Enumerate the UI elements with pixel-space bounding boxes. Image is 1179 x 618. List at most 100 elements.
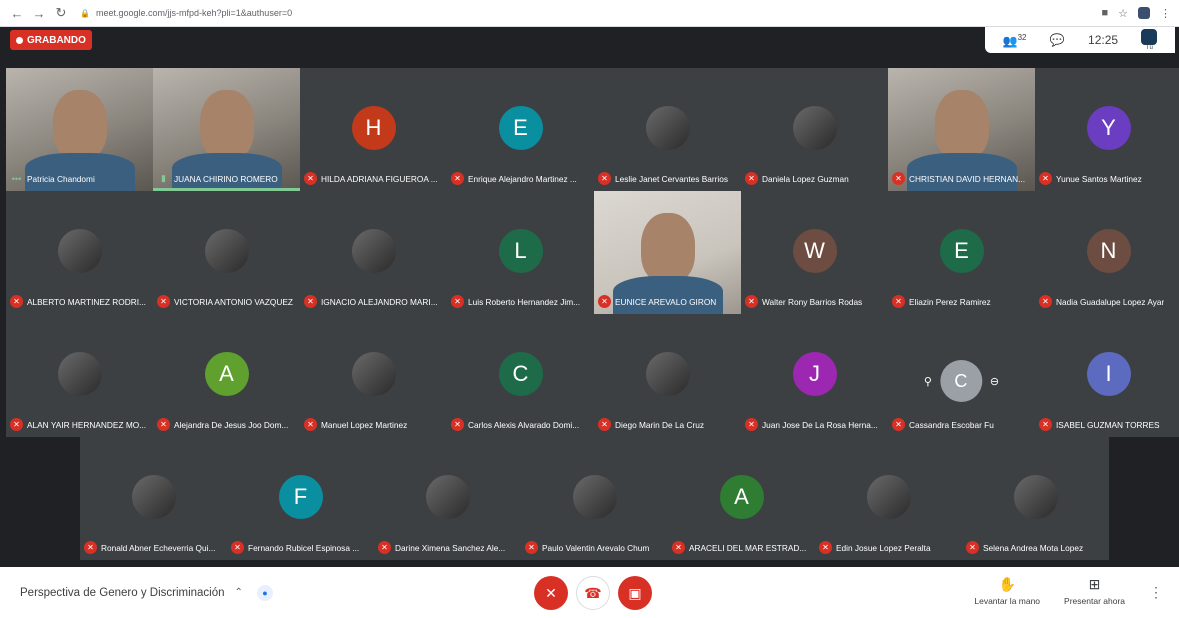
participant-tile[interactable]: ✕ Selena Andrea Mota Lopez bbox=[962, 437, 1109, 560]
participant-tile[interactable]: ✕ Paulo Valentin Arevalo Chum bbox=[521, 437, 668, 560]
participant-tile[interactable]: J ✕ Juan Jose De La Rosa Herna... bbox=[741, 314, 888, 437]
participant-tile[interactable]: H ✕ HILDA ADRIANA FIGUEROA ... bbox=[300, 68, 447, 191]
camera-toggle-button[interactable]: ▣ bbox=[618, 576, 652, 610]
participant-tile[interactable]: Y ✕ Yunue Santos Martinez bbox=[1035, 68, 1179, 191]
speaking-icon: ▮ bbox=[161, 173, 166, 183]
participant-tile[interactable]: W ✕ Walter Rony Barrios Rodas bbox=[741, 191, 888, 314]
mic-muted-icon: ✕ bbox=[10, 295, 23, 308]
participant-name-row: ✕ Nadia Guadalupe Lopez Ayar bbox=[1039, 295, 1179, 308]
participant-name: Leslie Janet Cervantes Barrios bbox=[615, 173, 728, 184]
participant-photo bbox=[792, 106, 837, 150]
participant-name: ARACELI DEL MAR ESTRAD... bbox=[689, 542, 807, 553]
more-options-icon[interactable]: ⋮ bbox=[1149, 576, 1163, 601]
recording-badge: GRABANDO bbox=[10, 30, 92, 50]
people-button[interactable]: 👥32 bbox=[1003, 33, 1027, 48]
participant-name-row: ✕ Walter Rony Barrios Rodas bbox=[745, 295, 886, 308]
participant-name: IGNACIO ALEJANDRO MARI... bbox=[321, 296, 438, 307]
video-feed-person bbox=[640, 213, 695, 283]
participant-photo bbox=[645, 352, 690, 396]
participant-tile[interactable]: E ✕ Enrique Alejandro Martinez ... bbox=[447, 68, 594, 191]
participant-name: ISABEL GUZMAN TORRES bbox=[1056, 419, 1160, 430]
shield-icon[interactable]: ● bbox=[256, 584, 273, 601]
mic-muted-icon: ✕ bbox=[1039, 172, 1052, 185]
mic-muted-icon: ✕ bbox=[598, 295, 611, 308]
participant-name-row: ✕ HILDA ADRIANA FIGUEROA ... bbox=[304, 172, 445, 185]
participant-tile[interactable]: ✕ Diego Marin De La Cruz bbox=[594, 314, 741, 437]
mic-toggle-button[interactable]: ✕ bbox=[534, 576, 568, 610]
participant-tile[interactable]: ✕ Manuel Lopez Martinez bbox=[300, 314, 447, 437]
reload-icon[interactable]: ↻ bbox=[52, 4, 70, 22]
camera-indicator-icon[interactable]: ■ bbox=[1101, 7, 1108, 19]
participant-name-row: ✕ Alejandra De Jesus Joo Dom... bbox=[157, 418, 298, 431]
bookmark-star-icon[interactable]: ☆ bbox=[1118, 7, 1128, 20]
raise-hand-button[interactable]: ✋ Levantar la mano bbox=[974, 576, 1040, 606]
participant-avatar: A bbox=[204, 352, 249, 396]
present-now-button[interactable]: ⊞ Presentar ahora bbox=[1064, 576, 1125, 606]
forward-icon[interactable]: → bbox=[30, 4, 48, 22]
profile-icon[interactable] bbox=[1138, 7, 1150, 19]
participant-photo bbox=[866, 475, 911, 519]
participant-tile[interactable]: ✕ Daniela Lopez Guzman bbox=[741, 68, 888, 191]
camera-off-icon: ▣ bbox=[628, 584, 642, 601]
participant-tile[interactable]: A ✕ ARACELI DEL MAR ESTRAD... bbox=[668, 437, 815, 560]
self-view[interactable]: Tú bbox=[1141, 29, 1158, 51]
participant-tile[interactable]: ••• Patricia Chandomi bbox=[6, 68, 153, 191]
raise-hand-label: Levantar la mano bbox=[974, 596, 1041, 606]
meeting-details[interactable]: Perspectiva de Genero y Discriminación ⌃ bbox=[20, 587, 243, 599]
participant-name: Daniela Lopez Guzman bbox=[762, 173, 849, 184]
participant-avatar: C bbox=[939, 360, 982, 402]
meet-stage: GRABANDO 👥32 💬 12:25 Tú ••• Patricia Chan… bbox=[0, 27, 1179, 567]
participant-tile[interactable]: ▮ JUANA CHIRINO ROMERO bbox=[153, 68, 300, 191]
participant-name: Juan Jose De La Rosa Herna... bbox=[762, 419, 878, 430]
participant-tile[interactable]: ✕ VICTORIA ANTONIO VAZQUEZ bbox=[153, 191, 300, 314]
address-bar[interactable]: 🔒 meet.google.com/jjs-mfpd-keh?pli=1&aut… bbox=[80, 8, 292, 18]
participant-name: Fernando Rubicel Espinosa ... bbox=[248, 542, 360, 553]
participant-name: Eliazin Perez Ramirez bbox=[909, 296, 991, 307]
people-count: 32 bbox=[1017, 32, 1027, 42]
participant-name-row: ✕ Fernando Rubicel Espinosa ... bbox=[231, 541, 372, 554]
participant-photo bbox=[1013, 475, 1058, 519]
participant-avatar: H bbox=[351, 106, 396, 150]
present-icon: ⊞ bbox=[1088, 576, 1101, 592]
participant-tile[interactable]: ✕ CHRISTIAN DAVID HERNAN... bbox=[888, 68, 1035, 191]
participant-tile[interactable]: ✕ Darine Ximena Sanchez Ale... bbox=[374, 437, 521, 560]
participant-tile[interactable]: ✕ IGNACIO ALEJANDRO MARI... bbox=[300, 191, 447, 314]
people-icon: 👥 bbox=[1002, 33, 1018, 48]
participant-tile[interactable]: ⚲ C ⊖ ✕ Cassandra Escobar Fu bbox=[888, 314, 1035, 437]
recording-dot-icon bbox=[16, 36, 23, 44]
participant-name: Manuel Lopez Martinez bbox=[321, 419, 408, 430]
participant-name-row: ✕ ARACELI DEL MAR ESTRAD... bbox=[672, 541, 813, 554]
pin-icon[interactable]: ⚲ bbox=[924, 375, 932, 388]
participant-tile[interactable]: C ✕ Carlos Alexis Alvarado Domi... bbox=[447, 314, 594, 437]
participant-tile[interactable]: L ✕ Luis Roberto Hernandez Jim... bbox=[447, 191, 594, 314]
mic-muted-icon: ✕ bbox=[745, 418, 758, 431]
participant-tile[interactable]: I ✕ ISABEL GUZMAN TORRES bbox=[1035, 314, 1179, 437]
browser-menu-icon[interactable]: ⋮ bbox=[1160, 7, 1171, 20]
participant-tile[interactable]: F ✕ Fernando Rubicel Espinosa ... bbox=[227, 437, 374, 560]
participant-tile[interactable]: ✕ Ronald Abner Echeverria Qui... bbox=[80, 437, 227, 560]
mic-muted-icon: ✕ bbox=[525, 541, 538, 554]
participant-name-row: ✕ Darine Ximena Sanchez Ale... bbox=[378, 541, 519, 554]
participant-tile[interactable]: ✕ Edin Josue Lopez Peralta bbox=[815, 437, 962, 560]
participant-photo bbox=[57, 352, 102, 396]
participant-tile[interactable]: E ✕ Eliazin Perez Ramirez bbox=[888, 191, 1035, 314]
remove-icon[interactable]: ⊖ bbox=[990, 375, 999, 388]
participant-tile[interactable]: ✕ ALAN YAIR HERNANDEZ MO... bbox=[6, 314, 153, 437]
mic-muted-icon: ✕ bbox=[157, 295, 170, 308]
participant-name: Carlos Alexis Alvarado Domi... bbox=[468, 419, 580, 430]
bottom-bar: Perspectiva de Genero y Discriminación ⌃… bbox=[0, 567, 1179, 618]
video-feed-person bbox=[934, 90, 989, 160]
mic-muted-icon: ✕ bbox=[84, 541, 97, 554]
participant-tile[interactable]: N ✕ Nadia Guadalupe Lopez Ayar bbox=[1035, 191, 1179, 314]
participant-tile[interactable]: ✕ Leslie Janet Cervantes Barrios bbox=[594, 68, 741, 191]
participant-tile[interactable]: ✕ EUNICE AREVALO GIRON bbox=[594, 191, 741, 314]
back-icon[interactable]: ← bbox=[8, 4, 26, 22]
participant-tile[interactable]: A ✕ Alejandra De Jesus Joo Dom... bbox=[153, 314, 300, 437]
participant-tile[interactable]: ✕ ALBERTO MARTINEZ RODRI... bbox=[6, 191, 153, 314]
chat-icon[interactable]: 💬 bbox=[1050, 33, 1065, 47]
participant-name: Patricia Chandomi bbox=[27, 173, 95, 184]
leave-call-button[interactable]: ☎ bbox=[576, 576, 610, 610]
participant-avatar: W bbox=[792, 229, 837, 273]
self-label: Tú bbox=[1145, 45, 1153, 51]
mic-muted-icon: ✕ bbox=[304, 295, 317, 308]
